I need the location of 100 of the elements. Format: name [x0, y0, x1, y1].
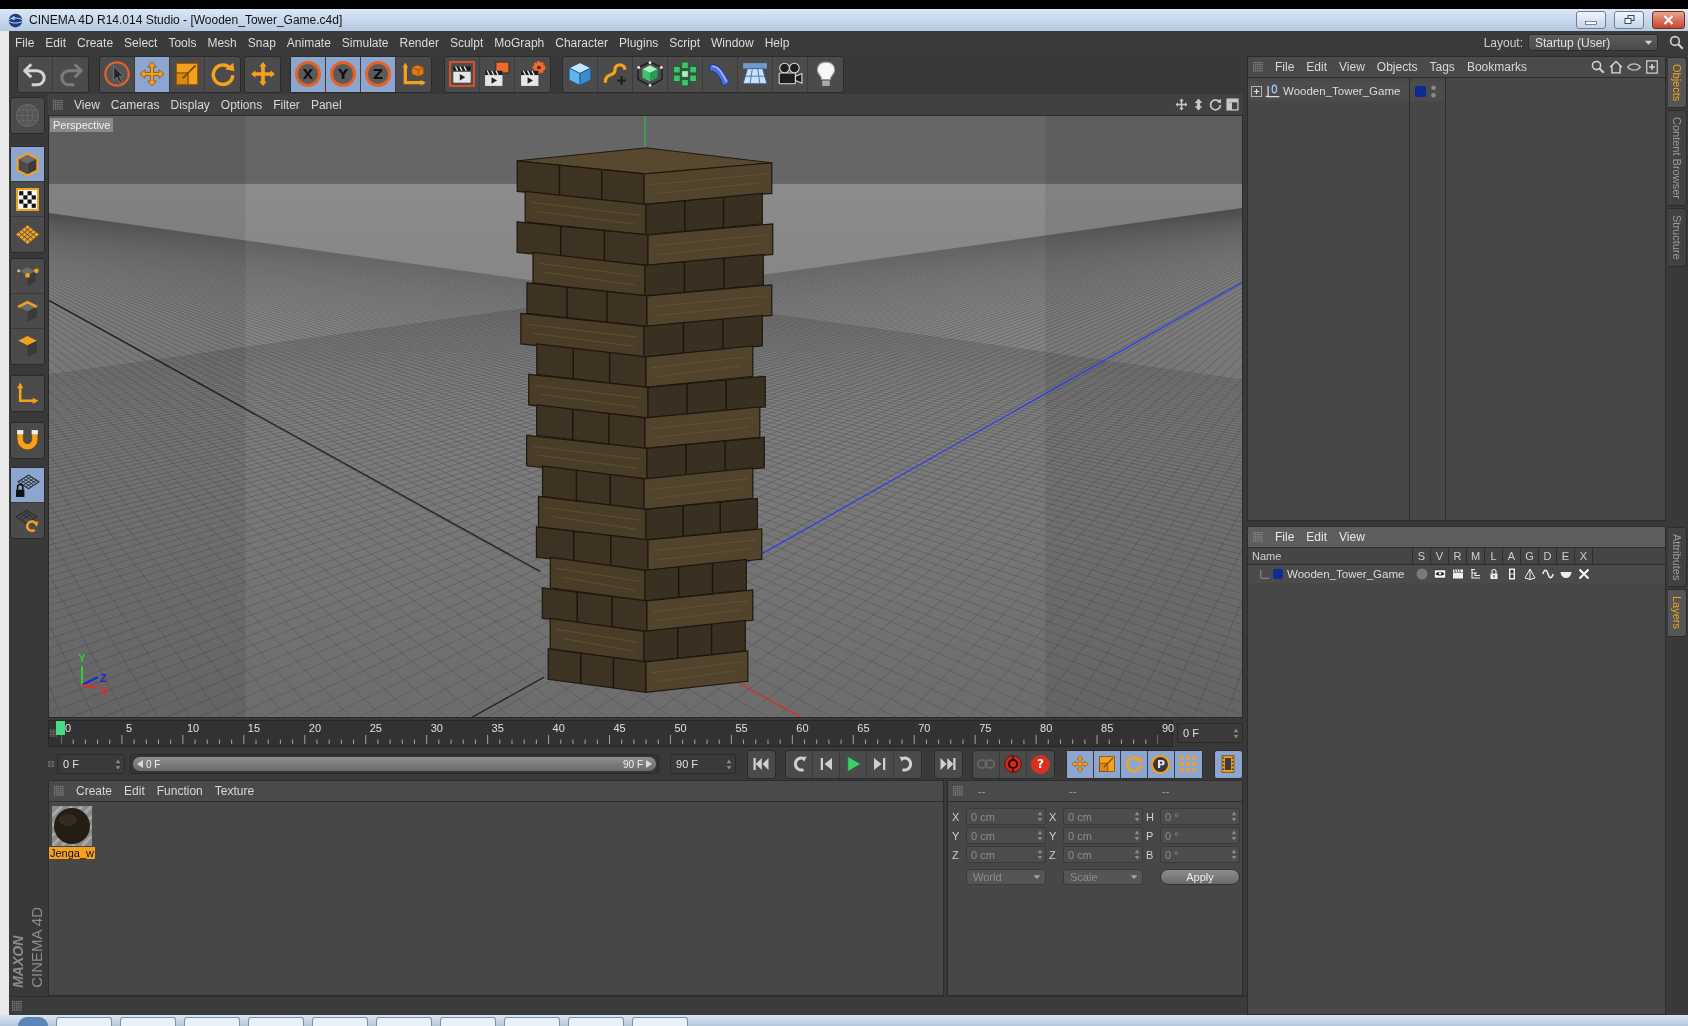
- menu-item[interactable]: Objects: [1376, 60, 1418, 74]
- padlock-icon[interactable]: [1488, 568, 1500, 580]
- menu-item[interactable]: Simulate: [341, 35, 389, 50]
- menu-item[interactable]: Animate: [286, 35, 331, 50]
- taskbar-button[interactable]: [312, 1017, 368, 1026]
- menu-item[interactable]: Display: [170, 97, 210, 112]
- object-row[interactable]: Wooden_Tower_Game: [1248, 81, 1409, 101]
- menu-item[interactable]: Character: [555, 35, 608, 50]
- toolbar-button[interactable]: [244, 55, 281, 93]
- eye-outline-icon[interactable]: [1627, 60, 1641, 74]
- up-down-arrows-icon[interactable]: [1192, 98, 1205, 111]
- apply-button[interactable]: Apply: [1160, 869, 1240, 885]
- restore-button[interactable]: [1614, 11, 1644, 29]
- stacked-dots-icon[interactable]: [1431, 84, 1436, 98]
- menu-item[interactable]: Snap: [247, 35, 276, 50]
- dot-icon[interactable]: [1416, 568, 1428, 580]
- menu-item[interactable]: View: [1339, 530, 1365, 544]
- menu-item[interactable]: Texture: [214, 784, 255, 798]
- material-name[interactable]: Jenga_w: [49, 847, 96, 859]
- transport-button[interactable]: [1067, 750, 1094, 778]
- playhead[interactable]: [56, 720, 65, 735]
- transport-button[interactable]: [1175, 750, 1202, 778]
- plus-square-icon[interactable]: [1645, 60, 1659, 74]
- layer-row[interactable]: Wooden_Tower_Game: [1248, 565, 1665, 583]
- column-header[interactable]: D: [1539, 548, 1557, 564]
- taskbar-button[interactable]: [376, 1017, 432, 1026]
- menu-item[interactable]: Edit: [124, 784, 145, 798]
- side-tab[interactable]: Structure: [1668, 208, 1687, 267]
- menu-item[interactable]: Function: [156, 784, 203, 798]
- menu-item[interactable]: Script: [669, 35, 700, 50]
- taskbar-button[interactable]: [568, 1017, 624, 1026]
- toolbar-button[interactable]: [135, 56, 170, 92]
- menu-item[interactable]: Tools: [168, 35, 197, 50]
- column-header[interactable]: V: [1431, 548, 1449, 564]
- column-header[interactable]: M: [1467, 548, 1485, 564]
- transport-button[interactable]: P: [1148, 750, 1175, 778]
- side-tab[interactable]: Layers: [1668, 589, 1687, 637]
- menu-item[interactable]: Select: [124, 35, 158, 50]
- search-icon[interactable]: [1591, 60, 1605, 74]
- end-frame-field[interactable]: 90 F: [670, 754, 736, 774]
- taskbar-button[interactable]: [440, 1017, 496, 1026]
- pyramid-icon[interactable]: [1524, 568, 1536, 580]
- transport-button[interactable]: [934, 749, 963, 779]
- menu-item[interactable]: Help: [764, 35, 790, 50]
- home-icon[interactable]: [1609, 60, 1623, 74]
- side-tab[interactable]: Objects: [1668, 57, 1687, 109]
- tool-button[interactable]: [11, 468, 44, 503]
- clapperboard-icon[interactable]: [1452, 568, 1464, 580]
- menu-item[interactable]: Edit: [45, 35, 67, 50]
- menu-item[interactable]: File: [15, 35, 35, 50]
- menu-item[interactable]: Filter: [273, 97, 300, 112]
- menu-item[interactable]: Create: [77, 35, 114, 50]
- hierarchy-icon[interactable]: [1470, 568, 1482, 580]
- menu-item[interactable]: Options: [220, 97, 263, 112]
- menu-item[interactable]: Window: [711, 35, 754, 50]
- taskbar-button[interactable]: [248, 1017, 304, 1026]
- menu-item[interactable]: Edit: [1306, 530, 1328, 544]
- column-header[interactable]: R: [1449, 548, 1467, 564]
- transport-button[interactable]: [1214, 749, 1243, 779]
- column-header[interactable]: X: [1575, 548, 1593, 564]
- tool-button[interactable]: [10, 422, 45, 459]
- tool-button[interactable]: [10, 375, 45, 412]
- menu-item[interactable]: Panel: [310, 97, 342, 112]
- color-swatch-icon[interactable]: [1273, 569, 1283, 579]
- menu-item[interactable]: Mesh: [207, 35, 237, 50]
- four-arrows-icon[interactable]: [1175, 98, 1188, 111]
- color-swatch-icon[interactable]: [1415, 85, 1426, 97]
- taskbar-button[interactable]: [632, 1017, 688, 1026]
- menu-item[interactable]: File: [1275, 530, 1295, 544]
- column-header[interactable]: E: [1557, 548, 1575, 564]
- transport-button[interactable]: [747, 749, 776, 779]
- menu-item[interactable]: View: [1339, 60, 1365, 74]
- start-button[interactable]: [18, 1017, 48, 1026]
- eye-icon[interactable]: [1434, 568, 1446, 580]
- material-preview[interactable]: [52, 806, 92, 846]
- taskbar-button[interactable]: [504, 1017, 560, 1026]
- transport-button[interactable]: [1121, 750, 1148, 778]
- circular-arrow-icon[interactable]: [1209, 98, 1222, 111]
- minimize-button[interactable]: [1576, 11, 1606, 29]
- column-header[interactable]: Name: [1248, 548, 1413, 564]
- timeline-ruler[interactable]: 0 5 10 15 20 25 30 35 40 45 50 55 60 65 70 75 80 85 90: [48, 719, 1173, 747]
- menu-item[interactable]: Sculpt: [449, 35, 484, 50]
- column-header[interactable]: S: [1413, 548, 1431, 564]
- menu-item[interactable]: Render: [399, 35, 439, 50]
- close-button[interactable]: [1652, 11, 1685, 29]
- column-header[interactable]: L: [1485, 548, 1503, 564]
- menu-item[interactable]: Cameras: [110, 97, 160, 112]
- taskbar-button[interactable]: [120, 1017, 176, 1026]
- menu-item[interactable]: Bookmarks: [1466, 60, 1527, 74]
- side-tab[interactable]: Attributes: [1668, 527, 1687, 588]
- menu-item[interactable]: Edit: [1306, 60, 1328, 74]
- search-icon[interactable]: [1669, 35, 1684, 50]
- tree-toggle-icon[interactable]: [1251, 85, 1262, 97]
- menu-item[interactable]: Tags: [1429, 60, 1455, 74]
- wave-icon[interactable]: [1542, 568, 1554, 580]
- side-tab[interactable]: Content Browser: [1668, 110, 1687, 207]
- window-layout-icon[interactable]: [1226, 98, 1239, 111]
- film-cell-icon[interactable]: [1506, 568, 1518, 580]
- start-frame-field[interactable]: 0 F: [57, 754, 125, 774]
- column-header[interactable]: A: [1503, 548, 1521, 564]
